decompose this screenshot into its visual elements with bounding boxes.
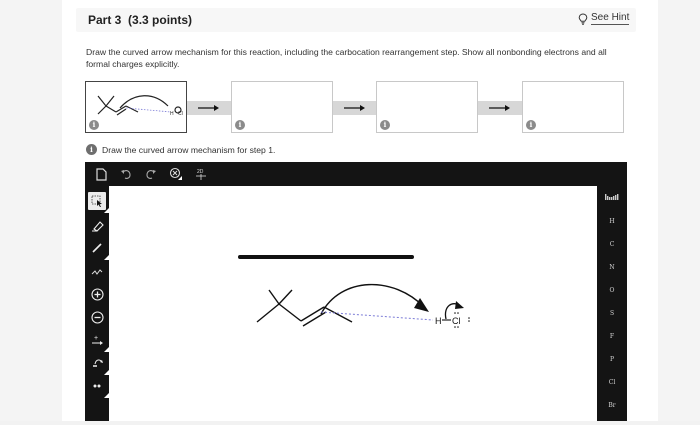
structure-editor: 2D + H Cl H C N O S F P Cl Br (85, 162, 627, 425)
zoom-icon[interactable] (168, 166, 184, 182)
right-arrow-icon (344, 105, 365, 111)
lightbulb-icon (578, 12, 588, 25)
bottom-edge (0, 421, 700, 425)
curved-arrow-icon[interactable] (88, 354, 109, 375)
editor-left-toolbar: + (85, 186, 109, 425)
editor-top-toolbar: 2D (85, 162, 627, 186)
dashed-guide (320, 311, 434, 321)
element-h[interactable]: H (597, 218, 627, 225)
step-4-box[interactable]: i (522, 81, 624, 133)
part-label: Part 3 (88, 13, 122, 27)
curved-arrow-pi-to-h (320, 283, 425, 315)
svg-text:H: H (170, 111, 174, 117)
element-br[interactable]: Br (597, 402, 627, 409)
step-3-box[interactable]: i (376, 81, 478, 133)
redo-icon[interactable] (143, 166, 159, 182)
step-2-info-icon[interactable]: i (235, 120, 245, 130)
plus-charge-icon[interactable] (88, 285, 106, 303)
right-arrow-icon (198, 105, 219, 111)
info-icon[interactable]: i (86, 144, 97, 155)
right-margin (658, 0, 700, 425)
step-arrow-3 (478, 101, 522, 115)
home-indicator (238, 255, 414, 259)
step-subtitle: i Draw the curved arrow mechanism for st… (86, 144, 275, 155)
element-palette: H C N O S F P Cl Br (597, 186, 627, 425)
points-label: (3.3 points) (128, 13, 193, 27)
element-c[interactable]: C (597, 241, 627, 248)
periodic-table-icon[interactable] (597, 194, 627, 204)
svg-text:+: + (94, 335, 98, 342)
step-arrow-2 (333, 101, 377, 115)
bond-icon[interactable] (88, 239, 109, 260)
step-1-thumbnail: H Cl (97, 95, 183, 117)
question-instructions: Draw the curved arrow mechanism for this… (86, 47, 607, 69)
hint-label[interactable]: See Hint (591, 12, 630, 25)
document-icon[interactable] (93, 166, 109, 182)
chain-icon[interactable] (88, 262, 106, 280)
step-subtitle-text: Draw the curved arrow mechanism for step… (102, 144, 276, 155)
step-arrow-1 (187, 101, 231, 115)
atom-cl[interactable]: Cl (452, 316, 461, 326)
step-4-info-icon[interactable]: i (526, 120, 536, 130)
atom-h[interactable]: H (435, 316, 442, 326)
step-1-box[interactable]: H Cl i (85, 81, 187, 133)
right-arrow-icon (489, 105, 510, 111)
molecule-drawing: H Cl (256, 283, 470, 328)
element-f[interactable]: F (597, 333, 627, 340)
electrons-icon[interactable] (88, 377, 109, 398)
element-s[interactable]: S (597, 310, 627, 317)
arrow-icon[interactable]: + (88, 331, 109, 352)
step-3-info-icon[interactable]: i (380, 120, 390, 130)
element-p[interactable]: P (597, 356, 627, 363)
element-cl[interactable]: Cl (597, 379, 627, 386)
element-n[interactable]: N (597, 264, 627, 271)
curved-arrow-head-cl (455, 301, 464, 309)
eraser-icon[interactable] (88, 216, 106, 234)
2d-template-icon[interactable]: 2D (193, 166, 209, 182)
drawing-canvas[interactable]: H Cl (109, 186, 597, 425)
minus-charge-icon[interactable] (88, 308, 106, 326)
step-1-info-icon[interactable]: i (89, 120, 99, 130)
template-label: 2D (197, 169, 204, 175)
select-icon[interactable] (88, 192, 109, 213)
step-2-box[interactable]: i (231, 81, 333, 133)
svg-text:Cl: Cl (178, 111, 183, 117)
see-hint-link[interactable]: See Hint (578, 12, 630, 25)
element-o[interactable]: O (597, 287, 627, 294)
undo-icon[interactable] (118, 166, 134, 182)
part-title: Part 3 (3.3 points) (88, 13, 192, 27)
left-margin (0, 0, 62, 425)
